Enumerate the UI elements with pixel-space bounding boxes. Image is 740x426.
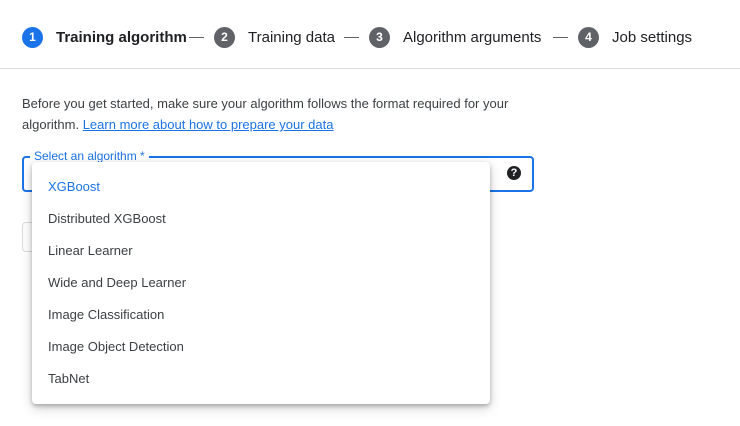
algorithm-select-label: Select an algorithm *	[30, 149, 149, 163]
step-training-algorithm[interactable]: 1 Training algorithm	[22, 26, 187, 48]
step-label: Algorithm arguments	[403, 28, 542, 46]
step-label: Job settings	[612, 28, 693, 46]
page: 1 Training algorithm 2 Training data 3 A…	[0, 0, 740, 426]
menu-option-image-object-detection[interactable]: Image Object Detection	[32, 331, 490, 363]
step-separator	[189, 37, 204, 38]
step-number: 3	[369, 26, 390, 48]
step-label: Training algorithm	[56, 28, 187, 46]
menu-option-xgboost[interactable]: XGBoost	[32, 171, 490, 203]
step-separator	[553, 37, 568, 38]
step-number: 2	[214, 26, 235, 48]
step-job-settings[interactable]: 4 Job settings	[578, 26, 692, 48]
step-number: 1	[22, 26, 43, 48]
menu-option-distributed-xgboost[interactable]: Distributed XGBoost	[32, 203, 490, 235]
question-circle-icon[interactable]: ?	[507, 166, 521, 180]
menu-option-wide-and-deep-learner[interactable]: Wide and Deep Learner	[32, 267, 490, 299]
step-number: 4	[578, 26, 599, 48]
menu-option-linear-learner[interactable]: Linear Learner	[32, 235, 490, 267]
algorithm-dropdown-menu: XGBoost Distributed XGBoost Linear Learn…	[32, 162, 490, 404]
step-label: Training data	[248, 28, 335, 46]
prepare-data-link[interactable]: Learn more about how to prepare your dat…	[83, 117, 334, 132]
step-algorithm-arguments[interactable]: 3 Algorithm arguments	[369, 26, 541, 48]
step-training-data[interactable]: 2 Training data	[214, 26, 335, 48]
intro-text: Before you get started, make sure your a…	[22, 93, 542, 135]
stepper: 1 Training algorithm 2 Training data 3 A…	[0, 0, 740, 69]
menu-option-tabnet[interactable]: TabNet	[32, 363, 490, 395]
step-separator	[344, 37, 359, 38]
menu-option-image-classification[interactable]: Image Classification	[32, 299, 490, 331]
